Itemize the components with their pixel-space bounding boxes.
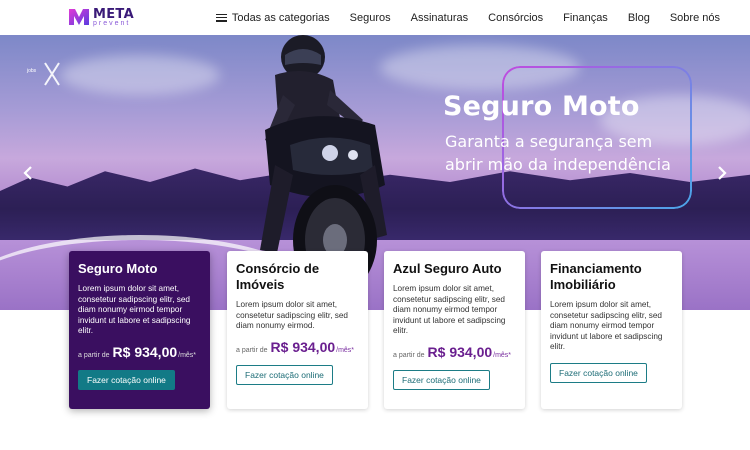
card-description: Lorem ipsum dolor sit amet, consetetur s…: [393, 284, 506, 336]
price-suffix: /mês*: [178, 351, 197, 359]
brand-name: META: [93, 6, 134, 22]
brand-logo[interactable]: META prevent: [68, 7, 134, 27]
carousel-prev-button[interactable]: [20, 163, 36, 183]
card-description: Lorem ipsum dolor sit amet, consetetur s…: [78, 284, 191, 336]
product-card-financiamento-imobiliario[interactable]: Financiamento Imobiliário Lorem ipsum do…: [541, 251, 682, 409]
product-card-consorcio-imoveis[interactable]: Consórcio de Imóveis Lorem ipsum dolor s…: [227, 251, 368, 409]
logo-mark-icon: [68, 7, 90, 27]
price-value: R$ 934,00: [112, 343, 178, 360]
nav-sobre-nos[interactable]: Sobre nós: [660, 12, 730, 24]
site-header: META prevent Todas as categorias Seguros…: [0, 0, 750, 35]
hero-title: Seguro Moto: [443, 91, 640, 122]
hamburger-icon: [215, 13, 227, 22]
price-suffix: /mês*: [493, 351, 512, 359]
price-prefix: a partir de: [393, 351, 425, 359]
chevron-right-icon: [718, 166, 727, 180]
price-suffix: /mês*: [336, 346, 355, 354]
brand-sub: prevent: [93, 19, 131, 27]
price-prefix: a partir de: [78, 351, 110, 359]
card-description: Lorem ipsum dolor sit amet, consetetur s…: [236, 300, 348, 331]
nav-all-categories-label: Todas as categorias: [231, 11, 330, 24]
price-prefix: a partir de: [236, 346, 268, 354]
sky-cloud: [60, 55, 220, 95]
hero-subtitle: Garanta a segurança sem abrir mão da ind…: [445, 132, 671, 174]
chevron-left-icon: [23, 166, 32, 180]
quote-online-button[interactable]: Fazer cotação online: [78, 369, 175, 390]
price-value: R$ 934,00: [270, 338, 336, 355]
nav-all-categories[interactable]: Todas as categorias: [206, 12, 340, 24]
nav-financas[interactable]: Finanças: [553, 12, 618, 24]
nav-blog[interactable]: Blog: [618, 12, 660, 24]
quote-online-button[interactable]: Fazer cotação online: [550, 362, 647, 383]
card-title: Financiamento Imobiliário: [550, 261, 642, 292]
carousel-next-button[interactable]: [714, 163, 730, 183]
nav-seguros[interactable]: Seguros: [340, 12, 401, 24]
quote-online-button[interactable]: Fazer cotação online: [236, 364, 333, 385]
card-title: Seguro Moto: [78, 261, 158, 276]
card-title: Azul Seguro Auto: [393, 261, 502, 276]
product-card-seguro-moto[interactable]: Seguro Moto Lorem ipsum dolor sit amet, …: [69, 251, 210, 409]
main-nav: Todas as categorias Seguros Assinaturas …: [206, 0, 730, 35]
nav-consorcios[interactable]: Consórcios: [478, 12, 553, 24]
card-price-row: a partir de R$ 934,00 /mês*: [78, 344, 201, 360]
jobs-badge-text: jobs: [27, 68, 37, 74]
price-value: R$ 934,00: [427, 343, 493, 360]
product-card-azul-seguro-auto[interactable]: Azul Seguro Auto Lorem ipsum dolor sit a…: [384, 251, 525, 409]
card-price-row: a partir de R$ 934,00 /mês*: [393, 344, 516, 360]
card-title: Consórcio de Imóveis: [236, 261, 320, 292]
nav-assinaturas[interactable]: Assinaturas: [401, 12, 478, 24]
card-price-row: a partir de R$ 934,00 /mês*: [236, 339, 359, 355]
quote-online-button[interactable]: Fazer cotação online: [393, 369, 490, 390]
card-description: Lorem ipsum dolor sit amet, consetetur s…: [550, 300, 663, 352]
